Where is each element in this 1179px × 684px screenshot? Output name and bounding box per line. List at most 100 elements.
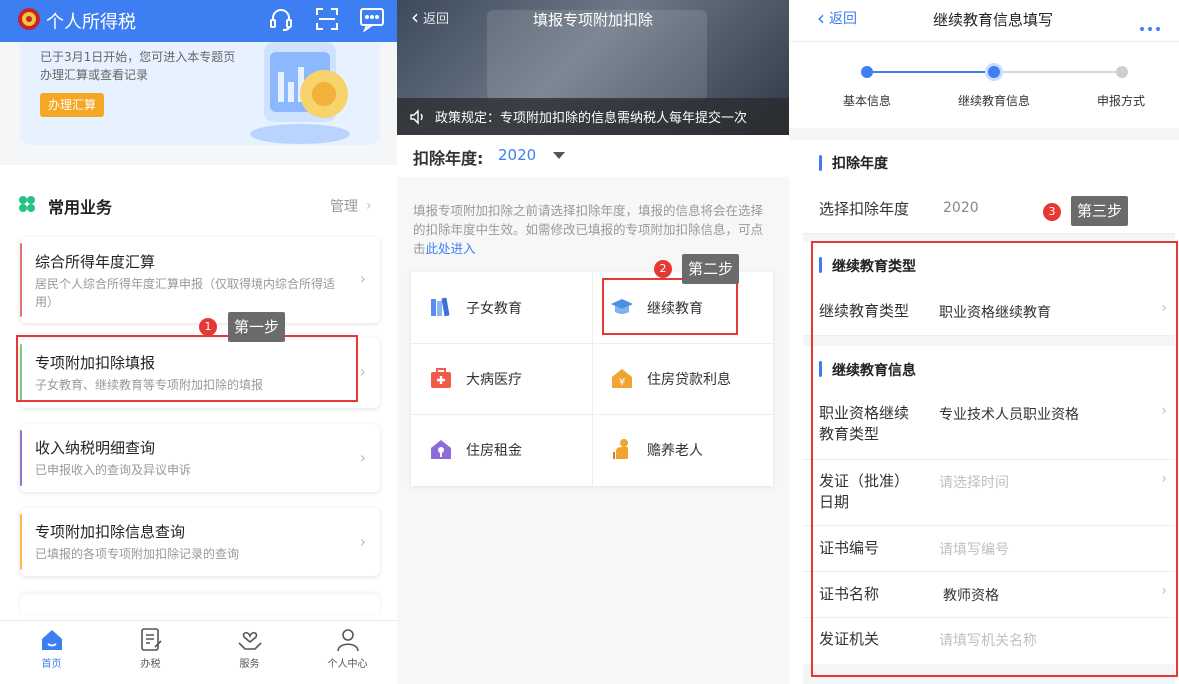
row-issue-date[interactable]: 发证（批准）日期 请选择时间 › [803, 460, 1175, 526]
file-return-button[interactable]: 办理汇算 [40, 93, 104, 117]
section-title: 继续教育类型 [832, 259, 916, 275]
category-housing-loan[interactable]: ¥ 住房贷款利息 [592, 343, 773, 414]
row-label: 选择扣除年度 [819, 200, 910, 218]
svg-text:¥: ¥ [619, 377, 625, 388]
card-subtitle: 居民个人综合所得年度汇算申报（仅取得境内综合所得适用） [35, 277, 336, 309]
clover-icon [18, 195, 36, 213]
category-housing-rent[interactable]: 住房租金 [411, 414, 592, 485]
row-edu-type[interactable]: 继续教育类型 职业资格继续教育 › [803, 288, 1175, 336]
promo-banner: 已于3月1日开始，您可进入本专题页办理汇算或查看记录 办理汇算 [20, 42, 380, 145]
chevron-right-icon: › [359, 362, 366, 381]
heart-hands-icon [237, 627, 263, 653]
certificate-number-input[interactable]: 请填写编号 [939, 539, 1009, 559]
stepper-dot-todo [1116, 66, 1128, 78]
card-title: 专项附加扣除信息查询 [35, 523, 186, 541]
date-picker-field[interactable]: 请选择时间 [939, 472, 1009, 492]
step-tooltip: 第二步 [682, 254, 740, 284]
year-selector[interactable]: 扣除年度: 2020 [397, 135, 789, 177]
app-title: 个人所得税 [46, 12, 136, 33]
category-label: 继续教育 [647, 301, 703, 317]
row-label: 证书编号 [819, 539, 880, 557]
row-label: 证书名称 [819, 585, 880, 603]
message-icon[interactable] [359, 6, 385, 33]
card-deduction-query[interactable]: 专项附加扣除信息查询 已填报的各项专项附加扣除记录的查询 › [20, 508, 380, 576]
chevron-right-icon: › [1161, 300, 1167, 316]
step-label-method: 申报方式 [1096, 94, 1145, 108]
category-label: 大病医疗 [466, 372, 522, 388]
section-gap [789, 128, 1179, 140]
tab-label: 个人中心 [327, 659, 368, 670]
document-icon [138, 627, 164, 653]
bottom-gap [803, 664, 1175, 684]
chevron-right-icon: › [1161, 583, 1167, 599]
chevron-right-icon: › [359, 448, 366, 467]
chevron-right-icon: › [359, 269, 366, 288]
progress-stepper: 基本信息 继续教育信息 申报方式 [789, 44, 1179, 128]
category-children-education[interactable]: 子女教育 [411, 272, 592, 343]
person-icon [335, 627, 361, 653]
stepper-line-todo [994, 71, 1121, 73]
section-marker [819, 361, 822, 377]
category-label: 住房贷款利息 [647, 372, 731, 388]
section-title: 继续教育信息 [832, 363, 916, 379]
page-title: 填报专项附加扣除 [532, 11, 653, 29]
card-title: 收入纳税明细查询 [35, 439, 156, 457]
step-tooltip: 第三步 [1071, 196, 1129, 226]
issuing-authority-input[interactable]: 请填写机关名称 [939, 630, 1037, 650]
category-label: 住房租金 [466, 443, 522, 459]
panel-deduction-select: ‹ 返回 填报专项附加扣除 政策规定：专项附加扣除的信息需纳税人每年提交一次 扣… [397, 0, 789, 684]
tab-label: 办税 [140, 659, 161, 670]
category-elder-support[interactable]: 赡养老人 [592, 414, 773, 485]
card-annual-settlement[interactable]: 综合所得年度汇算 居民个人综合所得年度汇算申报（仅取得境内综合所得适用） › [20, 237, 380, 323]
app-header: 个人所得税 [0, 0, 397, 42]
tab-label: 首页 [41, 659, 62, 670]
year-label: 扣除年度: [413, 149, 484, 168]
home-icon [39, 627, 65, 653]
card-subtitle: 已申报收入的查询及异议申诉 [35, 463, 192, 477]
category-serious-illness[interactable]: 大病医疗 [411, 343, 592, 414]
tab-personal[interactable]: 个人中心 [298, 621, 397, 684]
row-value: 2020 [943, 200, 979, 216]
tax-emblem-icon [17, 7, 41, 31]
tab-tax[interactable]: 办税 [101, 621, 200, 684]
bottom-tab-bar: 首页 办税 服务 个人中心 [0, 620, 397, 684]
section-title: 常用业务 [48, 198, 113, 217]
section-gap [803, 336, 1175, 346]
section-edu-type: 继续教育类型 [803, 242, 1175, 288]
chevron-right-icon: › [1161, 471, 1167, 487]
scan-icon[interactable] [314, 6, 340, 32]
step-badge: 1 [199, 318, 217, 336]
caret-down-icon [553, 152, 565, 159]
section-title: 扣除年度 [832, 156, 888, 172]
card-income-query[interactable]: 收入纳税明细查询 已申报收入的查询及异议申诉 › [20, 424, 380, 492]
row-qualification-type[interactable]: 职业资格继续教育类型 专业技术人员职业资格 › [803, 391, 1175, 460]
row-value: 教师资格 [943, 588, 999, 604]
row-issuing-authority[interactable]: 发证机关 请填写机关名称 [803, 618, 1175, 664]
section-marker [819, 155, 822, 171]
hint-text-block: 填报专项附加扣除之前请选择扣除年度，填报的信息将会在选择的扣除年度中生效。如需修… [413, 201, 769, 258]
tab-service[interactable]: 服务 [200, 621, 299, 684]
row-label: 发证（批准）日期 [819, 472, 910, 511]
deduction-category-grid: 子女教育 继续教育 大病医疗 ¥ 住房贷款利息 住房租金 赡养老人 [411, 272, 773, 486]
hint-link[interactable]: 此处进入 [426, 241, 476, 256]
notice-text: 政策规定：专项附加扣除的信息需纳税人每年提交一次 [435, 111, 748, 126]
manage-link[interactable]: 管理 › [330, 196, 372, 216]
row-certificate-number[interactable]: 证书编号 请填写编号 [803, 526, 1175, 572]
row-label: 发证机关 [819, 630, 880, 648]
headset-icon[interactable] [268, 6, 294, 32]
card-accent [20, 514, 22, 570]
card-accent [20, 243, 22, 317]
graduation-cap-icon [610, 295, 634, 319]
category-label: 子女教育 [466, 301, 522, 317]
card-accent [20, 344, 22, 402]
row-certificate-name[interactable]: 证书名称 教师资格 › [803, 572, 1175, 618]
step-label-basic: 基本信息 [842, 94, 891, 108]
card-subtitle: 子女教育、继续教育等专项附加扣除的填报 [35, 378, 264, 392]
elder-icon [610, 437, 634, 461]
card-special-deduction-fill[interactable]: 专项附加扣除填报 子女教育、继续教育等专项附加扣除的填报 › [20, 338, 380, 408]
tab-home[interactable]: 首页 [2, 621, 101, 684]
year-value: 2020 [498, 146, 537, 164]
section-marker [819, 257, 822, 273]
house-yuan-icon: ¥ [610, 366, 634, 390]
more-icon[interactable] [1139, 17, 1161, 31]
